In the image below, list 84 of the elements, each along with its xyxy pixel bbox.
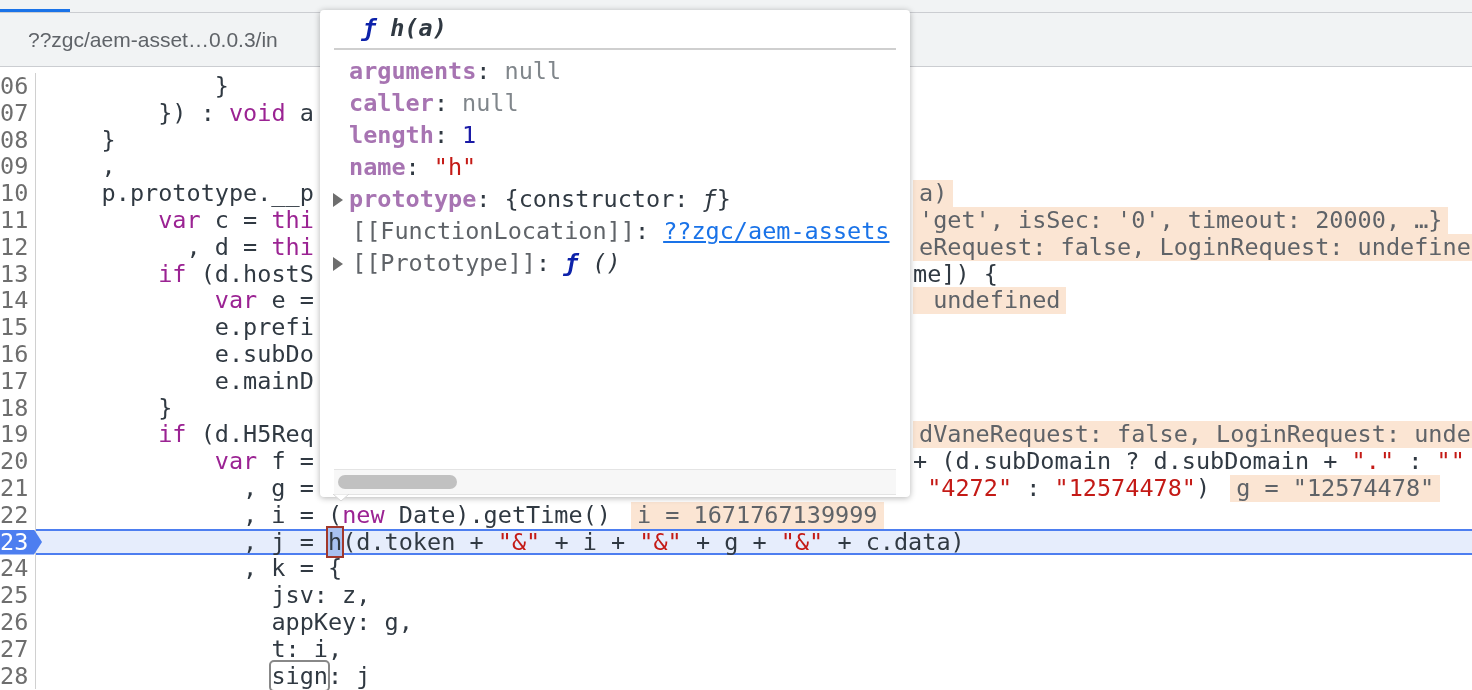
code-text: me]) { bbox=[913, 260, 998, 288]
horizontal-scrollbar[interactable] bbox=[334, 469, 896, 495]
property-value: "h" bbox=[433, 152, 477, 184]
code-text: + (d.subDomain ? d.subDomain + "." : "" bbox=[913, 448, 1465, 475]
line-number[interactable]: 14 bbox=[0, 286, 29, 315]
function-signature: ƒ h(a) bbox=[362, 12, 447, 44]
line-number[interactable]: 21 bbox=[0, 473, 29, 502]
line-number[interactable]: 12 bbox=[0, 232, 29, 261]
code-text: , j = h(d.token + "&" + i + "&" + g + "&" + c.data) bbox=[242, 530, 965, 554]
line-number[interactable]: 08 bbox=[0, 125, 29, 154]
line-number[interactable]: 07 bbox=[0, 98, 29, 127]
line-number[interactable]: 26 bbox=[0, 607, 29, 636]
inline-value: undefined bbox=[913, 287, 1067, 315]
code-text: , bbox=[100, 153, 116, 181]
code-text: , i = (new Date).getTime() bbox=[242, 501, 611, 529]
line-number[interactable]: 18 bbox=[0, 393, 29, 422]
code-text: e.mainD bbox=[213, 367, 314, 395]
inline-value: i = 1671767139999 bbox=[630, 501, 884, 529]
property-name: length bbox=[349, 120, 434, 152]
code-text: appKey: g, bbox=[270, 608, 413, 636]
code-text: } bbox=[213, 73, 229, 100]
code-text: , d = thi bbox=[185, 233, 314, 261]
code-text: , g = bbox=[242, 474, 314, 502]
property-separator: : bbox=[433, 120, 449, 152]
line-number[interactable]: 16 bbox=[0, 339, 29, 368]
code-text: } bbox=[100, 126, 116, 154]
file-tab[interactable]: ??zgc/aem-asset…0.0.3/in bbox=[28, 23, 278, 56]
inline-value: g = "12574478" bbox=[1230, 474, 1441, 502]
property-separator: : bbox=[476, 56, 491, 88]
property-value: 1 bbox=[462, 120, 477, 152]
property-name: [[FunctionLocation]] bbox=[352, 216, 635, 248]
code-text: var f = bbox=[213, 448, 314, 475]
code-text: "4272" : "12574478") bbox=[926, 474, 1211, 502]
code-text: , k = { bbox=[242, 555, 343, 583]
property-separator: : bbox=[433, 88, 449, 120]
property-separator: : bbox=[405, 152, 420, 184]
code-text: e.subDo bbox=[213, 340, 314, 368]
code-text: e.prefi bbox=[213, 314, 314, 341]
code-text: p.prototype.__p bbox=[100, 180, 314, 207]
code-text: if (d.H5Req bbox=[157, 421, 314, 449]
property-name: caller bbox=[349, 88, 434, 120]
code-text: if (d.hostS bbox=[157, 260, 314, 288]
property-name: arguments bbox=[349, 56, 477, 88]
code-text: jsv: z, bbox=[270, 582, 371, 609]
code-text: var c = thi bbox=[158, 207, 314, 234]
property-value: {constructor: ƒ} bbox=[504, 184, 731, 216]
line-number[interactable]: 06 bbox=[0, 72, 29, 100]
inline-value: a) bbox=[913, 180, 954, 207]
code-text: sign: j bbox=[270, 662, 371, 690]
property-separator: : bbox=[634, 216, 650, 248]
line-number[interactable]: 09 bbox=[0, 152, 29, 181]
code-text: }) : void a bbox=[157, 99, 314, 127]
line-number[interactable]: 25 bbox=[0, 581, 29, 610]
property-value[interactable]: ??zgc/aem-assets bbox=[663, 214, 890, 250]
property-separator: : bbox=[476, 184, 491, 216]
property-value: ƒ () bbox=[564, 248, 621, 280]
line-number[interactable]: 27 bbox=[0, 634, 29, 663]
property-name: name bbox=[349, 152, 406, 184]
line-number[interactable]: 22 bbox=[0, 500, 29, 529]
property-value: null bbox=[462, 88, 519, 120]
line-number[interactable]: 11 bbox=[0, 206, 29, 234]
code-text: var e = bbox=[213, 287, 314, 315]
active-tab-indicator bbox=[0, 9, 70, 12]
line-number[interactable]: 19 bbox=[0, 420, 29, 449]
line-number[interactable]: 13 bbox=[0, 259, 29, 288]
line-number[interactable]: 28 bbox=[0, 661, 29, 690]
line-number[interactable]: 15 bbox=[0, 313, 29, 342]
inline-value: dVaneRequest: false, LoginRequest: unde bbox=[913, 421, 1472, 449]
code-text: } bbox=[157, 394, 173, 422]
line-number[interactable]: 20 bbox=[0, 447, 29, 476]
inline-value: 'get', isSec: '0', timeout: 20000, …} bbox=[913, 207, 1449, 234]
scrollbar-thumb[interactable] bbox=[338, 475, 457, 489]
expand-triangle-icon[interactable] bbox=[333, 257, 343, 271]
code-text: t: i, bbox=[270, 635, 343, 663]
inline-value: eRequest: false, LoginRequest: undefine bbox=[913, 233, 1472, 261]
line-number[interactable]: 23 bbox=[0, 529, 42, 555]
property-separator: : bbox=[535, 248, 551, 280]
expand-triangle-icon[interactable] bbox=[333, 193, 343, 207]
line-number[interactable]: 24 bbox=[0, 554, 29, 583]
line-number[interactable]: 10 bbox=[0, 179, 29, 208]
property-value: null bbox=[504, 56, 562, 88]
line-number[interactable]: 17 bbox=[0, 366, 29, 395]
property-name: [[Prototype]] bbox=[352, 248, 536, 280]
property-name: prototype bbox=[349, 184, 477, 216]
